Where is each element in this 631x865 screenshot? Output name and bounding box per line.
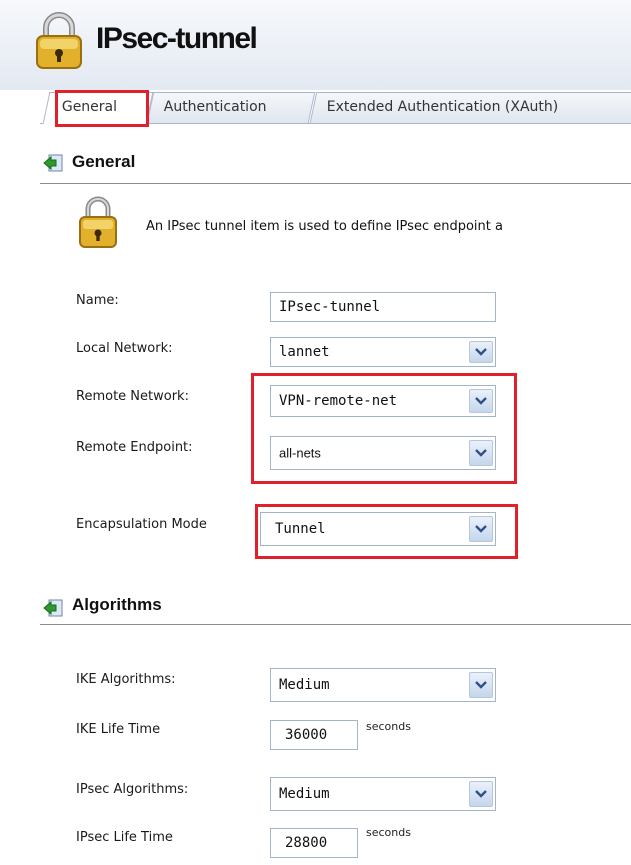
ike-life-time-unit: seconds — [366, 720, 411, 733]
ike-algorithms-select[interactable]: Medium — [270, 668, 496, 702]
tab-authentication[interactable]: Authentication — [146, 92, 316, 123]
highlight-box-encapsulation — [255, 504, 518, 559]
ipsec-algorithms-label: IPsec Algorithms: — [76, 782, 189, 797]
ipsec-life-time-unit: seconds — [366, 826, 411, 839]
info-padlock-icon — [78, 193, 118, 249]
page-title: IPsec-tunnel — [96, 22, 258, 55]
chevron-down-icon[interactable] — [469, 781, 493, 807]
name-label: Name: — [76, 293, 119, 308]
ike-life-time-label: IKE Life Time — [76, 722, 161, 737]
ike-algorithms-value: Medium — [279, 677, 330, 693]
highlight-box-remote-fields — [251, 373, 517, 484]
tab-extended-authentication[interactable]: Extended Authentication (XAuth) — [309, 92, 631, 123]
tab-label: Authentication — [163, 99, 267, 115]
ike-life-time-value: 36000 — [285, 727, 328, 743]
section-heading-general: General — [72, 152, 136, 171]
local-network-label: Local Network: — [76, 341, 173, 356]
section-description: An IPsec tunnel item is used to define I… — [146, 219, 503, 234]
remote-endpoint-label: Remote Endpoint: — [76, 440, 193, 455]
section-divider — [40, 183, 631, 184]
encapsulation-mode-label: Encapsulation Mode — [76, 517, 207, 532]
chevron-down-icon[interactable] — [469, 341, 493, 363]
section-arrow-icon — [42, 153, 63, 172]
name-input[interactable]: IPsec-tunnel — [270, 292, 496, 322]
highlight-box-general-tab — [55, 90, 149, 127]
ike-life-time-input[interactable]: 36000 — [270, 720, 358, 750]
section-heading-algorithms: Algorithms — [72, 595, 162, 614]
ike-algorithms-label: IKE Algorithms: — [76, 672, 176, 687]
section-arrow-icon — [42, 598, 63, 617]
ipsec-life-time-input[interactable]: 28800 — [270, 828, 358, 858]
padlock-icon — [34, 10, 84, 70]
local-network-select[interactable]: lannet — [270, 337, 496, 367]
name-value: IPsec-tunnel — [279, 299, 381, 315]
page-header — [0, 0, 631, 90]
ipsec-life-time-label: IPsec Life Time — [76, 830, 173, 845]
ipsec-algorithms-value: Medium — [279, 786, 330, 802]
ipsec-life-time-value: 28800 — [285, 835, 328, 851]
local-network-value: lannet — [279, 344, 330, 360]
tab-label: Extended Authentication (XAuth) — [326, 99, 559, 115]
ipsec-algorithms-select[interactable]: Medium — [270, 777, 496, 811]
section-divider — [40, 624, 631, 625]
remote-network-label: Remote Network: — [76, 389, 189, 404]
chevron-down-icon[interactable] — [469, 672, 493, 698]
